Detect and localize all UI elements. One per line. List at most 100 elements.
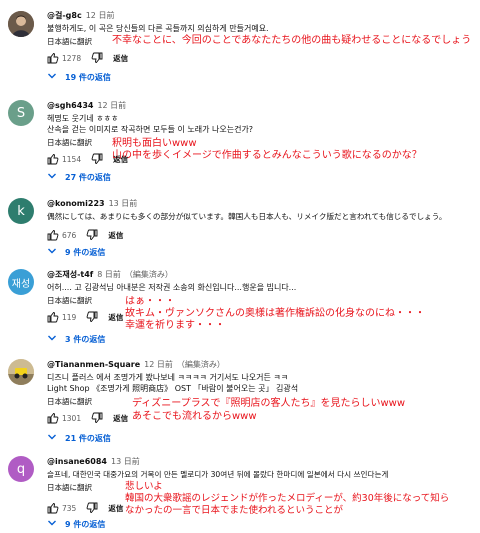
replies-count: 9 件の返信 <box>65 247 106 257</box>
comment-text-line: 디즈니 플러스 에서 조명가게 봤나보네 ㅋㅋㅋㅋ 거기서도 나오거든 ㅋㅋ <box>47 373 289 382</box>
dislike-icon[interactable] <box>86 311 98 323</box>
reply-button[interactable]: 返信 <box>108 312 123 323</box>
comment-meta: @konomi223 13 日前 <box>47 198 476 209</box>
reply-button[interactable]: 返信 <box>113 413 128 424</box>
comment-actions: 1154 返信 <box>47 151 476 167</box>
edited-label: （編集済み） <box>124 270 173 279</box>
comment-time[interactable]: 12 日前 <box>97 101 126 110</box>
like-count: 1278 <box>62 53 82 63</box>
comment-text-line: 어허.... 고 김광석님 아내분은 저작권 소송의 화신입니다...행운을 빕… <box>47 283 297 292</box>
like-count: 119 <box>62 312 77 322</box>
comment-thread: q @insane6084 13 日前 슬프네, 대한민국 대중가요의 거목이 만… <box>0 452 480 533</box>
like-icon[interactable] <box>47 229 59 241</box>
avatar[interactable]: q <box>8 456 34 482</box>
comment-actions: 1301 返信 <box>47 410 476 426</box>
avatar-letter: S <box>16 105 26 121</box>
view-replies-button[interactable]: 3 件の返信 <box>47 331 105 347</box>
annotation-line: はぁ・・・ <box>125 296 175 307</box>
dislike-icon[interactable] <box>86 502 98 514</box>
comment-meta: @sgh6434 12 日前 <box>47 100 476 111</box>
dislike-icon[interactable] <box>86 229 98 241</box>
comment-text: 어허.... 고 김광석님 아내분은 저작권 소송의 화신입니다...행운을 빕… <box>47 282 476 293</box>
annotation-line: 悲しいよ <box>125 481 163 492</box>
view-replies-button[interactable]: 9 件の返信 <box>47 516 105 532</box>
like-count: 1154 <box>62 154 82 164</box>
view-replies-button[interactable]: 19 件の返信 <box>47 69 111 85</box>
replies-count: 3 件の返信 <box>65 334 106 344</box>
comment-author[interactable]: @konomi223 <box>47 199 105 208</box>
avatar[interactable]: k <box>8 198 34 224</box>
avatar[interactable] <box>8 359 34 385</box>
translate-button[interactable]: 日本語に翻訳 <box>47 296 92 305</box>
comment-meta: @걸-g8c 12 日前 <box>47 10 476 21</box>
like-icon[interactable] <box>47 52 59 64</box>
comment-text: 불행하게도, 이 곡은 당신들의 다른 곡들까지 의심하게 만들거예요. <box>47 23 476 34</box>
comment-time[interactable]: 8 日前 <box>97 270 121 279</box>
chevron-down-icon <box>47 518 57 530</box>
comment-text: 슬프네, 대한민국 대중가요의 거목이 만든 멜로디가 30여년 뒤에 몰랐다 … <box>47 469 476 480</box>
edited-label: （編集済み） <box>176 360 225 369</box>
reply-button[interactable]: 返信 <box>108 230 123 241</box>
avatar[interactable]: S <box>8 100 34 126</box>
comment-thread: @Tiananmen-Square 12 日前 （編集済み） 디즈니 플러스 에서 … <box>0 355 480 450</box>
like-icon[interactable] <box>47 153 59 165</box>
profile-photo-icon <box>8 11 34 37</box>
translate-button[interactable]: 日本語に翻訳 <box>47 37 92 46</box>
like-icon[interactable] <box>47 311 59 323</box>
profile-photo-icon <box>8 359 34 385</box>
translate-button[interactable]: 日本語に翻訳 <box>47 397 92 406</box>
like-icon[interactable] <box>47 412 59 424</box>
chevron-down-icon <box>47 171 57 183</box>
avatar[interactable] <box>8 11 34 37</box>
annotation-line: 釈明も面白いwww <box>112 138 197 149</box>
reply-button[interactable]: 返信 <box>113 154 128 165</box>
dislike-icon[interactable] <box>91 412 103 424</box>
comment-thread: k @konomi223 13 日前 偶然にしては、あまりにも多くの部分が似ていま… <box>0 193 480 263</box>
like-count: 1301 <box>62 413 82 423</box>
reply-button[interactable]: 返信 <box>108 503 123 514</box>
comment-author[interactable]: @insane6084 <box>47 457 107 466</box>
comment-actions: 119 返信 <box>47 309 476 325</box>
reply-button[interactable]: 返信 <box>113 53 128 64</box>
translate-button[interactable]: 日本語に翻訳 <box>47 483 92 492</box>
comment-meta: @insane6084 13 日前 <box>47 456 476 467</box>
comment-text: 헤명도 웃기네 ㅎㅎㅎ 산속을 걷는 이미지로 작곡하면 모두들 이 노래가 나… <box>47 113 476 135</box>
replies-count: 27 件の返信 <box>65 172 111 182</box>
comment-thread: 재성 @조재성-t4f 8 日前 （編集済み） 어허.... 고 김광석님 아내분은… <box>0 265 480 350</box>
chevron-down-icon <box>47 246 57 258</box>
comment-meta: @Tiananmen-Square 12 日前 （編集済み） <box>47 359 476 370</box>
comment-author[interactable]: @조재성-t4f <box>47 270 93 279</box>
comment-thread: S @sgh6434 12 日前 헤명도 웃기네 ㅎㅎㅎ 산속을 걷는 이미지로 … <box>0 95 480 187</box>
translate-button[interactable]: 日本語に翻訳 <box>47 138 92 147</box>
chevron-down-icon <box>47 71 57 83</box>
comment-text: 偶然にしては、あまりにも多くの部分が似ています。韓国人も日本人も、リメイク版だと… <box>47 211 476 222</box>
replies-count: 19 件の返信 <box>65 72 111 82</box>
comment-text-line: 슬프네, 대한민국 대중가요의 거목이 만든 멜로디가 30여년 뒤에 몰랐다 … <box>47 470 389 479</box>
avatar-letter: q <box>16 461 26 477</box>
comment-author[interactable]: @Tiananmen-Square <box>47 360 140 369</box>
comment-author[interactable]: @걸-g8c <box>47 11 82 20</box>
comment-time[interactable]: 13 日前 <box>109 199 138 208</box>
like-count: 676 <box>62 230 77 240</box>
dislike-icon[interactable] <box>91 52 103 64</box>
view-replies-button[interactable]: 27 件の返信 <box>47 169 111 185</box>
comment-time[interactable]: 12 日前 <box>86 11 115 20</box>
replies-count: 9 件の返信 <box>65 519 106 529</box>
like-icon[interactable] <box>47 502 59 514</box>
comment-actions: 735 返信 <box>47 500 476 516</box>
view-replies-button[interactable]: 21 件の返信 <box>47 430 111 446</box>
replies-count: 21 件の返信 <box>65 433 111 443</box>
comment-thread: @걸-g8c 12 日前 불행하게도, 이 곡은 당신들의 다른 곡들까지 의심하… <box>0 0 480 88</box>
annotation-line: 不幸なことに、今回のことであなたたちの他の曲も疑わせることになるでしょう <box>112 35 472 46</box>
comment-text-line: 산속을 걷는 이미지로 작곡하면 모두들 이 노래가 나오는건가? <box>47 125 254 134</box>
comment-time[interactable]: 13 日前 <box>111 457 140 466</box>
view-replies-button[interactable]: 9 件の返信 <box>47 244 105 260</box>
comment-time[interactable]: 12 日前 <box>144 360 173 369</box>
comment-author[interactable]: @sgh6434 <box>47 101 93 110</box>
comment-text-line: Light Shop 《조명가게 照明商店》 OST 「바람이 불어오는 곳」 … <box>47 384 299 393</box>
avatar[interactable]: 재성 <box>8 269 34 295</box>
avatar-letter: k <box>17 203 25 219</box>
like-count: 735 <box>62 503 77 513</box>
dislike-icon[interactable] <box>91 153 103 165</box>
comment-actions: 1278 返信 <box>47 50 476 66</box>
